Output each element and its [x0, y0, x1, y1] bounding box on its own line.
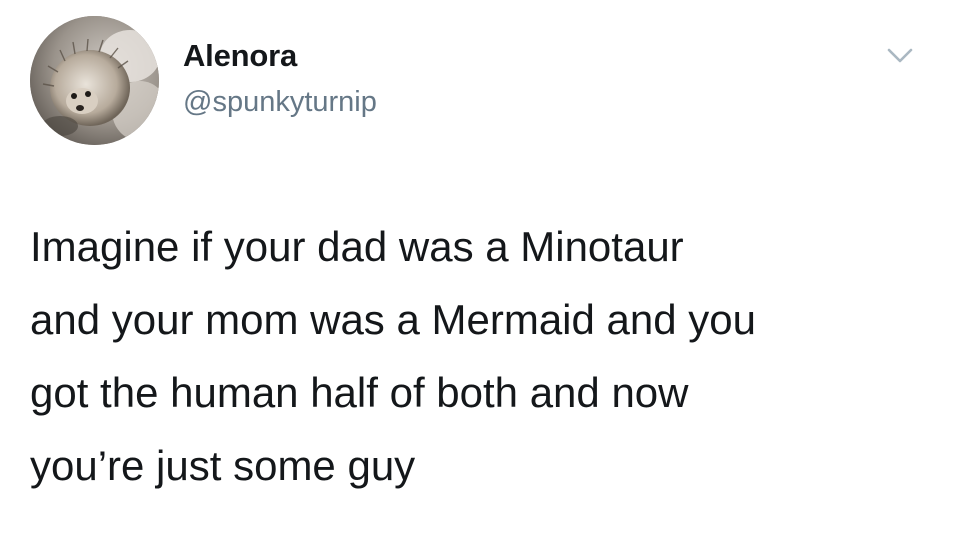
tweet-text-line: got the human half of both and now	[30, 369, 689, 416]
tweet-text: Imagine if your dad was a Minotaur and y…	[30, 210, 940, 502]
tweet-card: Alenora @spunkyturnip Imagine if your da…	[0, 0, 960, 554]
tweet-text-line: and your mom was a Mermaid and you	[30, 296, 756, 343]
avatar[interactable]	[30, 16, 159, 145]
tweet-text-line: you’re just some guy	[30, 442, 416, 489]
author-display-name[interactable]: Alenora	[183, 38, 297, 74]
tweet-text-line: Imagine if your dad was a Minotaur	[30, 223, 684, 270]
tweet-menu-button[interactable]	[880, 36, 920, 76]
author-handle[interactable]: @spunkyturnip	[183, 86, 377, 119]
hedgehog-avatar-icon	[30, 16, 159, 145]
chevron-down-icon	[887, 48, 913, 63]
